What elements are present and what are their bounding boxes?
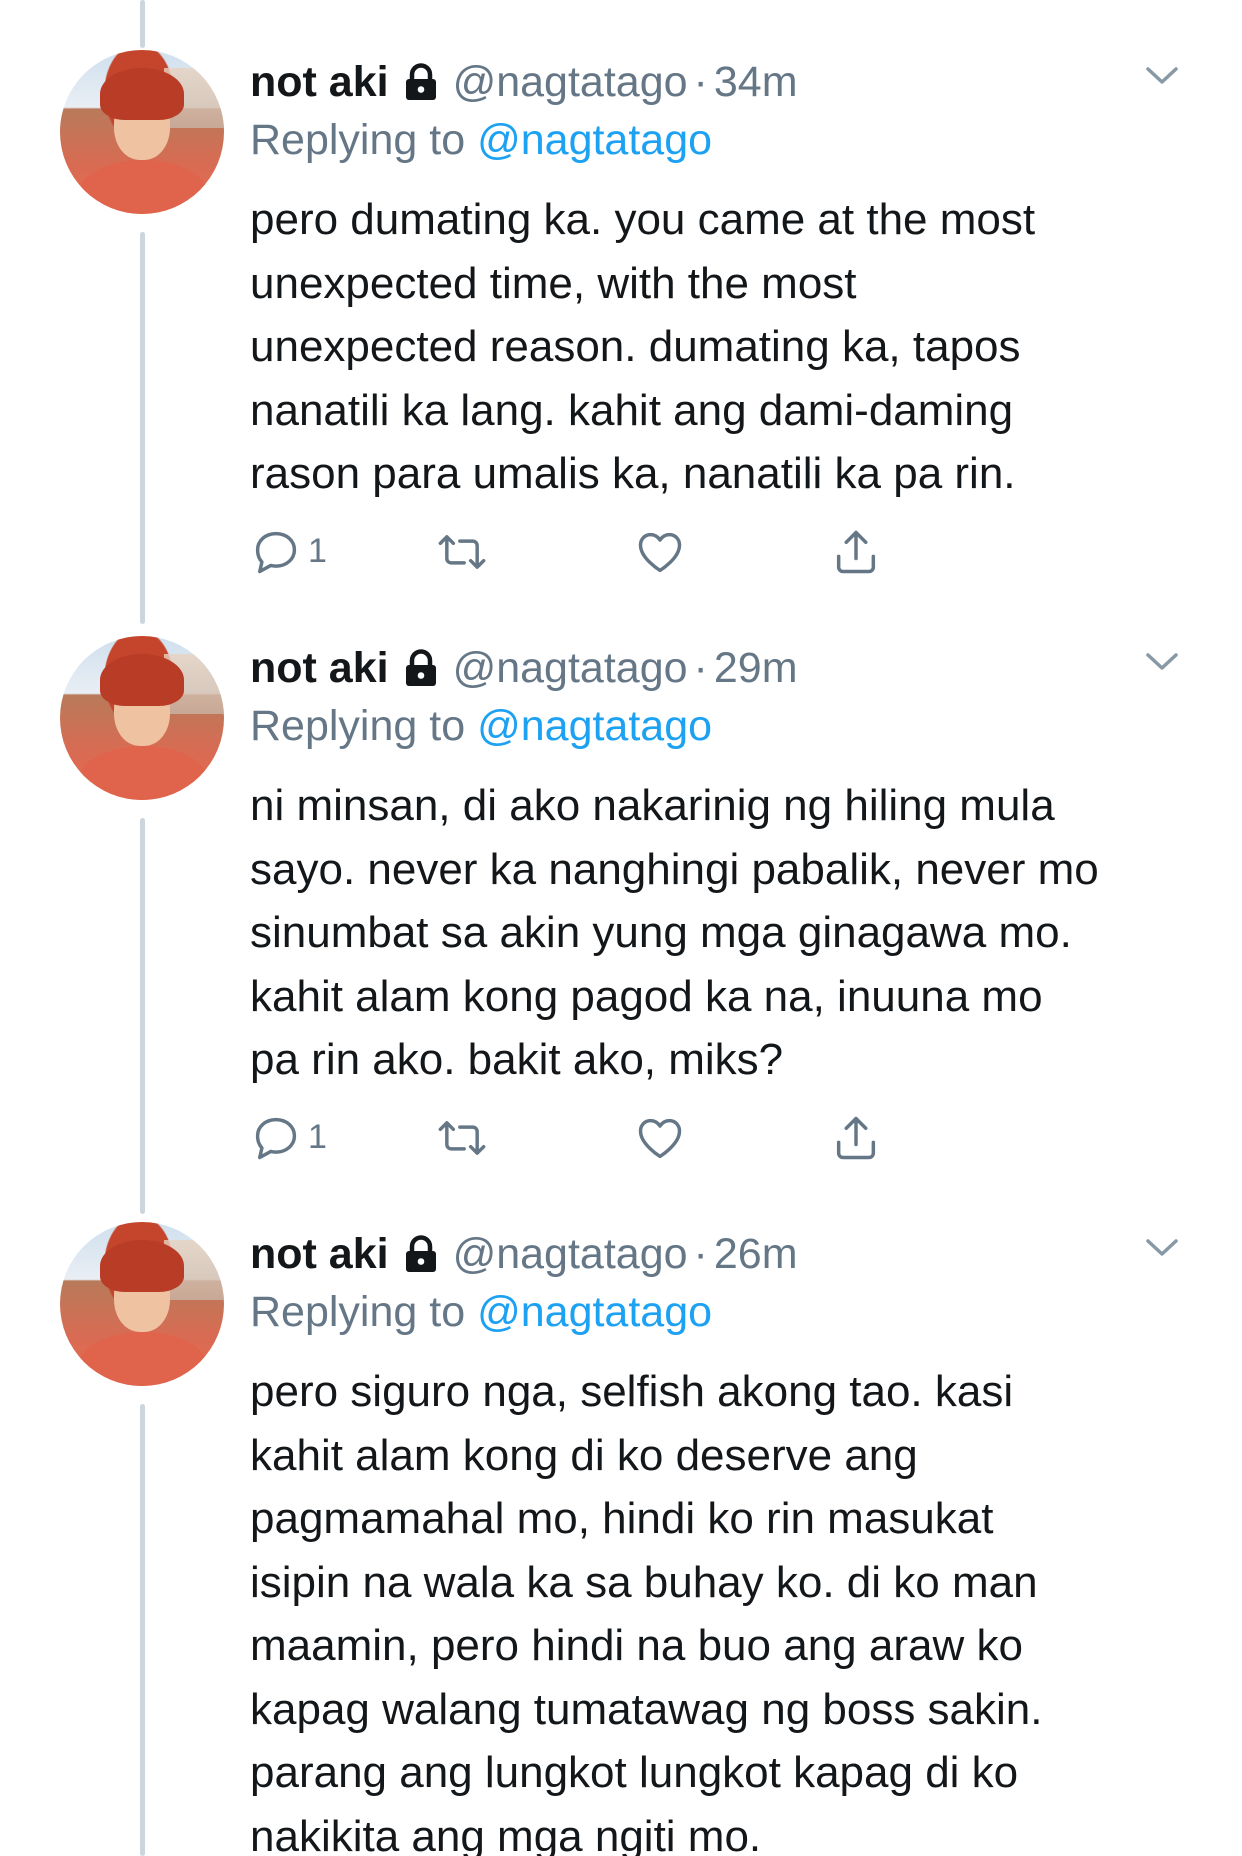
tweet-text: pero dumating ka. you came at the most u… <box>250 195 1036 498</box>
handle[interactable]: @nagtatago <box>453 58 688 107</box>
chevron-down-icon[interactable] <box>1142 1232 1182 1262</box>
share-icon <box>836 1116 876 1159</box>
lock-icon <box>403 1234 439 1274</box>
share-button[interactable] <box>830 1112 882 1164</box>
action-bar: 1 <box>250 526 1202 596</box>
reply-count: 1 <box>308 532 327 570</box>
lock-icon <box>403 62 439 102</box>
reply-count: 1 <box>308 1118 327 1156</box>
avatar[interactable] <box>60 50 224 214</box>
chevron-down-icon[interactable] <box>1142 60 1182 90</box>
like-button[interactable] <box>634 1112 686 1164</box>
reply-icon <box>255 531 297 573</box>
tweet-text: pero siguro nga, selfish akong tao. kasi… <box>250 1367 1043 1856</box>
thread-line-1 <box>140 232 145 624</box>
retweet-icon <box>438 1120 486 1155</box>
retweet-button[interactable] <box>436 1112 488 1164</box>
like-button[interactable] <box>634 526 686 578</box>
reply-prefix: Replying to <box>250 116 466 164</box>
heart-icon <box>638 532 682 572</box>
separator: · <box>693 57 708 106</box>
reply-mention[interactable]: @nagtatago <box>477 116 712 164</box>
reply-mention[interactable]: @nagtatago <box>477 1288 712 1336</box>
heart-icon <box>638 1118 682 1158</box>
retweet-button[interactable] <box>436 526 488 578</box>
share-button[interactable] <box>830 526 882 578</box>
display-name[interactable]: not aki <box>250 1230 389 1279</box>
reply-prefix: Replying to <box>250 702 466 750</box>
avatar[interactable] <box>60 1222 224 1386</box>
display-name[interactable]: not aki <box>250 58 389 107</box>
reply-context: Replying to @nagtatago <box>250 110 1202 170</box>
reply-icon <box>255 1117 297 1159</box>
reply-prefix: Replying to <box>250 1288 466 1336</box>
share-icon <box>836 530 876 573</box>
handle[interactable]: @nagtatago <box>453 644 688 693</box>
timestamp[interactable]: 29m <box>714 644 798 693</box>
thread-line-2 <box>140 818 145 1214</box>
timestamp[interactable]: 26m <box>714 1230 798 1279</box>
reply-context: Replying to @nagtatago <box>250 696 1202 756</box>
action-bar: 1 <box>250 1112 1202 1182</box>
thread-line-3 <box>140 1404 145 1856</box>
reply-mention[interactable]: @nagtatago <box>477 702 712 750</box>
avatar[interactable] <box>60 636 224 800</box>
tweet-text: ni minsan, di ako nakarinig ng hiling mu… <box>250 781 1099 1084</box>
retweet-icon <box>438 534 486 569</box>
separator: · <box>693 1229 708 1278</box>
display-name[interactable]: not aki <box>250 644 389 693</box>
reply-context: Replying to @nagtatago <box>250 1282 1202 1342</box>
reply-button[interactable]: 1 <box>250 1112 327 1164</box>
tweet-header: not aki @nagtatago · 26m <box>250 1222 1202 1286</box>
thread-line-top <box>140 0 145 48</box>
chevron-down-icon[interactable] <box>1142 646 1182 676</box>
timestamp[interactable]: 34m <box>714 58 798 107</box>
lock-icon <box>403 648 439 688</box>
handle[interactable]: @nagtatago <box>453 1230 688 1279</box>
tweet-header: not aki @nagtatago · 34m <box>250 50 1202 114</box>
tweet-header: not aki @nagtatago · 29m <box>250 636 1202 700</box>
reply-button[interactable]: 1 <box>250 526 327 578</box>
separator: · <box>693 643 708 692</box>
